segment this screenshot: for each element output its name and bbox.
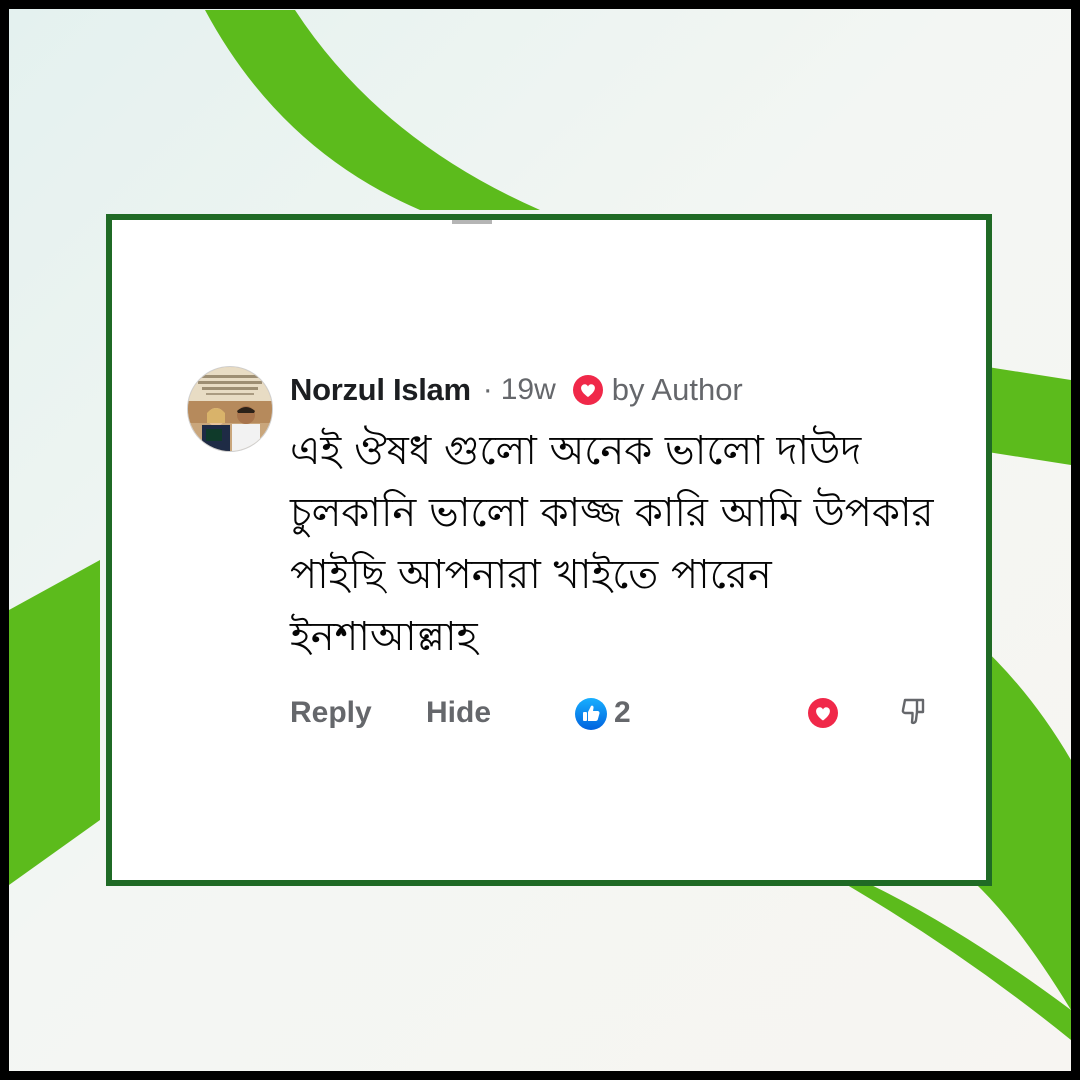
comment-text: এই ঔষধ গুলো অনেক ভালো দাউদ চুলকানি ভালো … [290,428,934,660]
thumbs-up-icon[interactable] [575,698,607,730]
comment-header: Norzul Islam · 19w by Author [290,368,743,412]
by-author-label: by Author [611,372,743,407]
image-frame: Norzul Islam · 19w by Author এই ঔষধ গুলো… [9,9,1071,1071]
avatar[interactable] [187,366,273,452]
card-notch [452,220,492,224]
timestamp[interactable]: 19w [501,373,556,407]
comment-card: Norzul Islam · 19w by Author এই ঔষধ গুলো… [106,214,992,886]
comment-actions: Reply Hide 2 [290,690,940,740]
thumbs-down-icon[interactable] [896,694,932,730]
hide-button[interactable]: Hide [426,696,491,730]
like-count: 2 [614,696,631,729]
heart-outline-icon [572,374,604,406]
avatar-image [188,367,272,451]
author-name[interactable]: Norzul Islam [290,372,471,408]
separator-dot: · [482,373,493,406]
reply-button[interactable]: Reply [290,696,372,730]
heart-react-icon[interactable] [806,696,840,730]
